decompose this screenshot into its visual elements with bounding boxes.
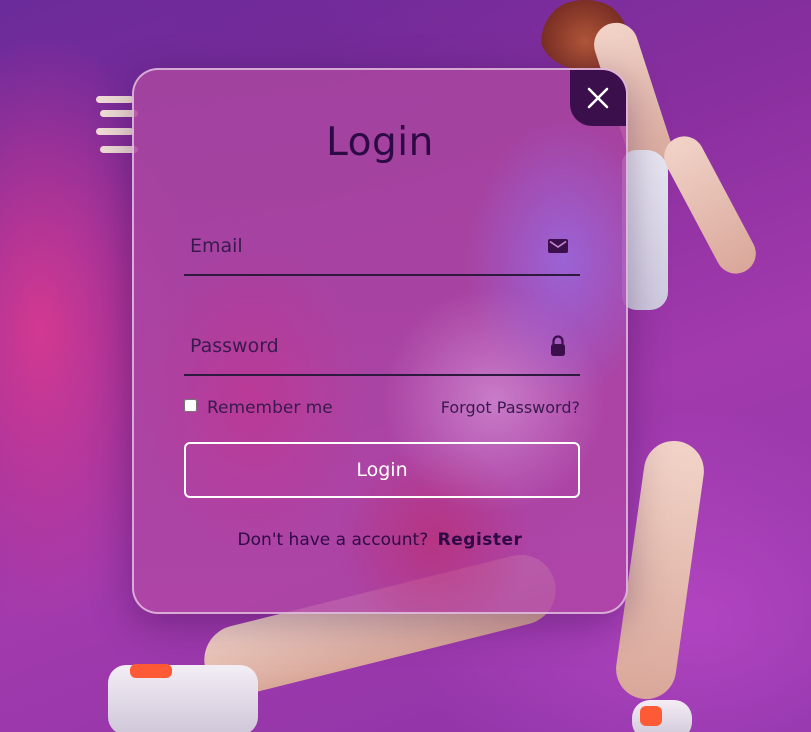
email-field <box>184 220 580 276</box>
register-link[interactable]: Register <box>438 530 523 550</box>
page: Login Remember me Forgot Password? Login <box>0 0 811 732</box>
register-prompt: Don't have a account? <box>237 530 429 550</box>
background-figure-torso <box>622 150 668 310</box>
login-button[interactable]: Login <box>184 442 580 498</box>
remember-row: Remember me Forgot Password? <box>184 398 580 422</box>
close-icon <box>587 87 609 109</box>
background-figure-arm-right <box>657 129 763 281</box>
background-shoe-accent-right <box>640 706 662 726</box>
lock-icon <box>551 335 565 356</box>
mail-icon <box>548 239 568 253</box>
background-figure-hand <box>96 90 138 160</box>
remember-me[interactable]: Remember me <box>184 398 333 418</box>
login-title: Login <box>326 120 434 165</box>
background-shoe-accent-left <box>130 664 172 678</box>
password-field <box>184 320 580 376</box>
remember-checkbox[interactable] <box>184 398 197 412</box>
remember-label: Remember me <box>207 398 333 418</box>
register-row: Don't have a account? Register <box>134 530 626 550</box>
forgot-password-link[interactable]: Forgot Password? <box>441 398 580 417</box>
close-button[interactable] <box>570 70 626 126</box>
login-card: Login Remember me Forgot Password? Login <box>132 68 628 614</box>
email-input[interactable] <box>184 220 530 272</box>
password-input[interactable] <box>184 320 530 372</box>
